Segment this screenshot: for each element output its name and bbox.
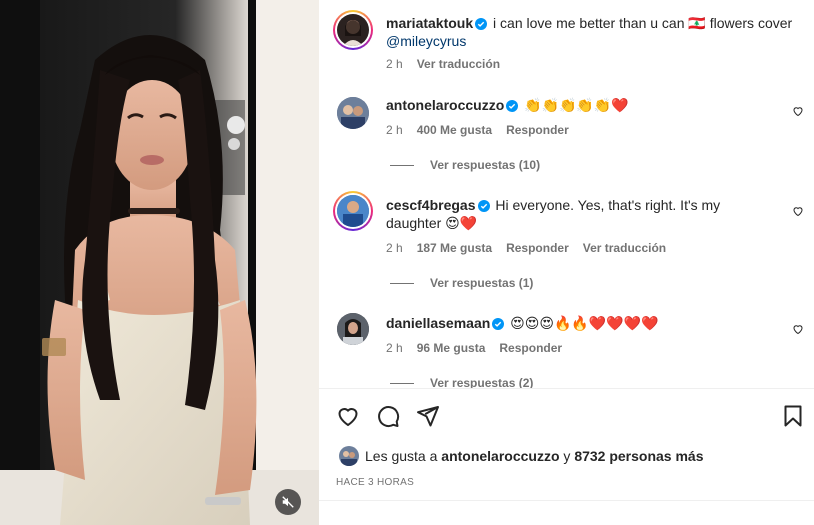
likes-summary[interactable]: Les gusta a antonelaroccuzzo y 8732 pers… xyxy=(339,446,704,466)
caption-time[interactable]: 2 h xyxy=(386,57,403,71)
mute-button[interactable] xyxy=(275,489,301,515)
view-replies-label: Ver respuestas (1) xyxy=(430,276,534,290)
comment-like-heart-icon[interactable] xyxy=(792,105,804,117)
comment-time[interactable]: 2 h xyxy=(386,241,403,255)
bookmark-icon[interactable] xyxy=(781,404,805,428)
comment-username[interactable]: cescf4bregas xyxy=(386,197,476,213)
view-replies-button[interactable]: Ver respuestas (2) xyxy=(390,376,533,388)
comment-likes[interactable]: 187 Me gusta xyxy=(417,241,492,255)
commenter-avatar[interactable] xyxy=(337,97,369,129)
verified-badge-icon xyxy=(506,100,519,112)
replies-line xyxy=(390,164,414,166)
post-sidebar: mariataktouk i can love me better than u… xyxy=(319,0,814,525)
commenter-avatar-ring[interactable] xyxy=(333,191,373,231)
post-caption: mariataktouk i can love me better than u… xyxy=(386,14,796,50)
bottom-divider xyxy=(319,500,814,501)
comment-icon[interactable] xyxy=(376,404,400,428)
replies-line xyxy=(390,282,414,284)
comment-like-heart-icon[interactable] xyxy=(792,205,804,217)
comment-meta: 2 h 187 Me gusta Responder Ver traducció… xyxy=(386,241,666,255)
caption-translate-link[interactable]: Ver traducción xyxy=(417,57,500,71)
view-replies-button[interactable]: Ver respuestas (1) xyxy=(390,276,533,290)
caption-mention[interactable]: @mileycyrus xyxy=(386,33,466,49)
reply-button[interactable]: Responder xyxy=(499,341,562,355)
caption-meta: 2 h Ver traducción xyxy=(386,57,500,71)
verified-badge-icon xyxy=(477,200,490,212)
comment-username[interactable]: antonelaroccuzzo xyxy=(386,97,504,113)
heart-icon[interactable] xyxy=(336,404,360,428)
muted-speaker-icon xyxy=(282,496,294,508)
comment-body: daniellasemaan 😍😍😍🔥🔥❤️❤️❤️❤️ xyxy=(386,314,786,332)
post-video[interactable] xyxy=(0,0,319,525)
caption-text: i can love me better than u can 🇱🇧 flowe… xyxy=(493,15,793,31)
comments-scroll[interactable]: mariataktouk i can love me better than u… xyxy=(319,0,814,388)
comment-body: cescf4bregas Hi everyone. Yes, that's ri… xyxy=(386,196,786,232)
comment-text-line-1: Hi everyone. Yes, that's right. It's my xyxy=(495,197,721,213)
view-replies-label: Ver respuestas (2) xyxy=(430,376,534,388)
comment-username[interactable]: daniellasemaan xyxy=(386,315,490,331)
liker-avatar xyxy=(339,446,359,466)
comment-likes[interactable]: 400 Me gusta xyxy=(417,123,492,137)
comment-text: 😍😍😍🔥🔥❤️❤️❤️❤️ xyxy=(510,315,659,331)
commenter-avatar xyxy=(337,195,369,227)
comment-time[interactable]: 2 h xyxy=(386,123,403,137)
comment-likes[interactable]: 96 Me gusta xyxy=(417,341,486,355)
author-username[interactable]: mariataktouk xyxy=(386,15,473,31)
author-avatar-ring[interactable] xyxy=(333,10,373,50)
likes-prefix: Les gusta a xyxy=(365,448,442,464)
video-frame xyxy=(0,0,319,525)
comment-meta: 2 h 400 Me gusta Responder xyxy=(386,123,569,137)
comment-text-line-2: daughter 😍❤️ xyxy=(386,215,478,231)
view-replies-label: Ver respuestas (10) xyxy=(430,158,541,172)
comment-time[interactable]: 2 h xyxy=(386,341,403,355)
comment-text: 👏👏👏👏👏❤️ xyxy=(524,97,629,113)
author-avatar xyxy=(337,14,369,46)
likes-joiner: y xyxy=(559,448,575,464)
verified-badge-icon xyxy=(492,318,505,330)
reply-button[interactable]: Responder xyxy=(506,123,569,137)
translate-link[interactable]: Ver traducción xyxy=(583,241,666,255)
comment-meta: 2 h 96 Me gusta Responder xyxy=(386,341,562,355)
verified-badge-icon xyxy=(475,18,488,30)
replies-line xyxy=(390,382,414,384)
reply-button[interactable]: Responder xyxy=(506,241,569,255)
post-timestamp[interactable]: HACE 3 HORAS xyxy=(336,477,414,488)
view-replies-button[interactable]: Ver respuestas (10) xyxy=(390,158,540,172)
paper-plane-icon[interactable] xyxy=(416,404,440,428)
comment-like-heart-icon[interactable] xyxy=(792,323,804,335)
others-likes-count[interactable]: 8732 personas más xyxy=(574,448,703,464)
section-divider xyxy=(319,388,814,389)
comment-body: antonelaroccuzzo 👏👏👏👏👏❤️ xyxy=(386,96,786,114)
liker-username[interactable]: antonelaroccuzzo xyxy=(441,448,559,464)
commenter-avatar[interactable] xyxy=(337,313,369,345)
